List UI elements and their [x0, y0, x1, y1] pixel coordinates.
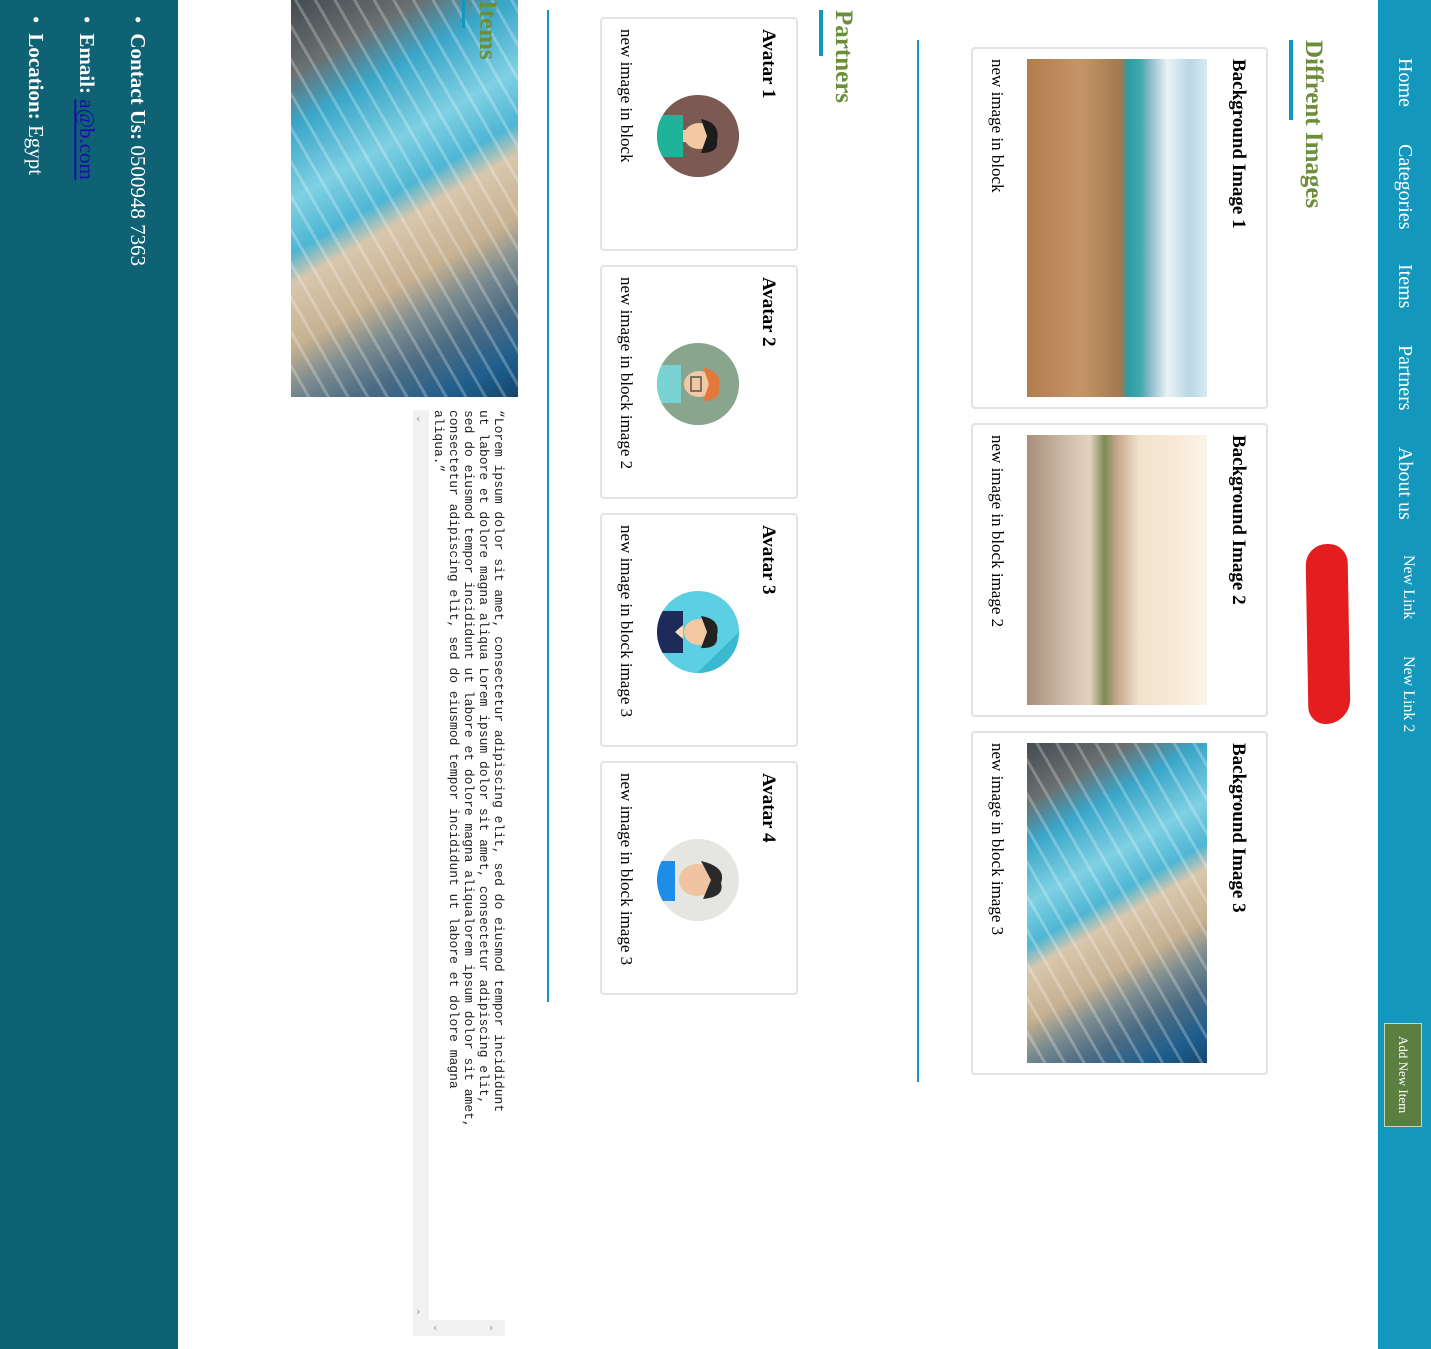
avatar-card-3[interactable]: Avatar 3 new image in block image 3	[600, 513, 798, 747]
card-title: Background Image 1	[1228, 59, 1249, 229]
section-divider	[917, 40, 919, 1082]
add-new-item-button[interactable]: Add New Item	[1384, 1023, 1422, 1127]
email-label: Email:	[75, 33, 99, 95]
scroll-up-arrow-icon[interactable]: ‹	[416, 412, 420, 425]
location-label: Location:	[24, 33, 48, 120]
avatar-card-2[interactable]: Avatar 2 new image in block image 2	[600, 265, 798, 499]
avatar-3-image	[657, 591, 739, 673]
avatar-4-image	[657, 839, 739, 921]
nav-link-categories[interactable]: Categories	[1394, 144, 1416, 230]
card-text: new image in block image 2	[988, 435, 1007, 628]
section-title-items: Items	[474, 0, 501, 60]
nav-link-partners[interactable]: Partners	[1394, 345, 1416, 411]
section-divider	[547, 10, 549, 1002]
items-quote-text: “Lorem ipsum dolor sit amet, consectetur…	[431, 410, 506, 1136]
image-card-2[interactable]: Background Image 2 new image in block im…	[971, 423, 1268, 717]
footer: • Contact Us: 0500948 7363 • Email: a@b.co…	[0, 0, 178, 1349]
card-title: Avatar 4	[758, 773, 779, 843]
bullet-icon: •	[24, 16, 48, 24]
card-text: new image in block	[617, 29, 636, 163]
card-image-sea	[1027, 59, 1207, 397]
section-title-accent	[1289, 40, 1293, 120]
image-card-1[interactable]: Background Image 1 new image in block	[971, 47, 1268, 409]
scroll-right-arrow-icon[interactable]: ›	[489, 1321, 493, 1334]
bullet-icon: •	[126, 16, 150, 24]
card-text: new image in block image 3	[988, 743, 1007, 936]
card-title: Background Image 2	[1228, 435, 1249, 605]
section-title-images: Diffrent Images	[1300, 40, 1327, 209]
scroll-down-arrow-icon[interactable]: ›	[416, 1305, 420, 1318]
top-nav: Home Categories Items Partners About us …	[1378, 0, 1431, 1349]
nav-link-about-us[interactable]: About us	[1394, 447, 1416, 520]
nav-link-new-link-2[interactable]: New Link 2	[1397, 656, 1419, 732]
red-annotation-mark	[1305, 543, 1351, 725]
nav-link-items[interactable]: Items	[1394, 264, 1416, 308]
card-title: Avatar 3	[758, 525, 779, 595]
card-text: new image in block	[988, 59, 1007, 193]
image-card-3[interactable]: Background Image 3 new image in block im…	[971, 731, 1268, 1075]
card-image-pool	[1027, 743, 1207, 1063]
avatar-card-4[interactable]: Avatar 4 new image in block image 3	[600, 761, 798, 995]
contact-phone: 0500948 7363	[126, 145, 150, 267]
nav-link-new-link[interactable]: New Link	[1397, 555, 1419, 619]
card-text: new image in block image 2	[617, 277, 636, 470]
card-title: Avatar 1	[758, 29, 779, 99]
footer-contact: • Contact Us: 0500948 7363	[126, 16, 150, 266]
email-link[interactable]: a@b.com	[75, 99, 99, 180]
card-text: new image in block image 3	[617, 773, 636, 966]
card-title: Avatar 2	[758, 277, 779, 347]
card-title: Background Image 3	[1228, 743, 1249, 913]
avatar-1-image	[657, 95, 739, 177]
avatar-2-image	[657, 343, 739, 425]
horizontal-scrollbar[interactable]: ‹ ›	[413, 1320, 505, 1336]
section-title-accent	[819, 10, 823, 56]
footer-email: • Email: a@b.com	[75, 16, 99, 180]
avatar-card-1[interactable]: Avatar 1 new image in block	[600, 17, 798, 251]
vertical-scrollbar[interactable]: ‹ ›	[413, 410, 429, 1320]
location-value: Egypt	[24, 124, 48, 176]
contact-label: Contact Us:	[126, 33, 150, 141]
card-text: new image in block image 3	[617, 525, 636, 718]
footer-location: • Location: Egypt	[24, 16, 48, 175]
section-title-accent	[462, 0, 465, 28]
card-image-beach	[1027, 435, 1207, 705]
nav-link-home[interactable]: Home	[1394, 58, 1416, 107]
section-title-partners: Partners	[830, 10, 857, 104]
bullet-icon: •	[75, 16, 99, 24]
scroll-left-arrow-icon[interactable]: ‹	[433, 1321, 437, 1334]
